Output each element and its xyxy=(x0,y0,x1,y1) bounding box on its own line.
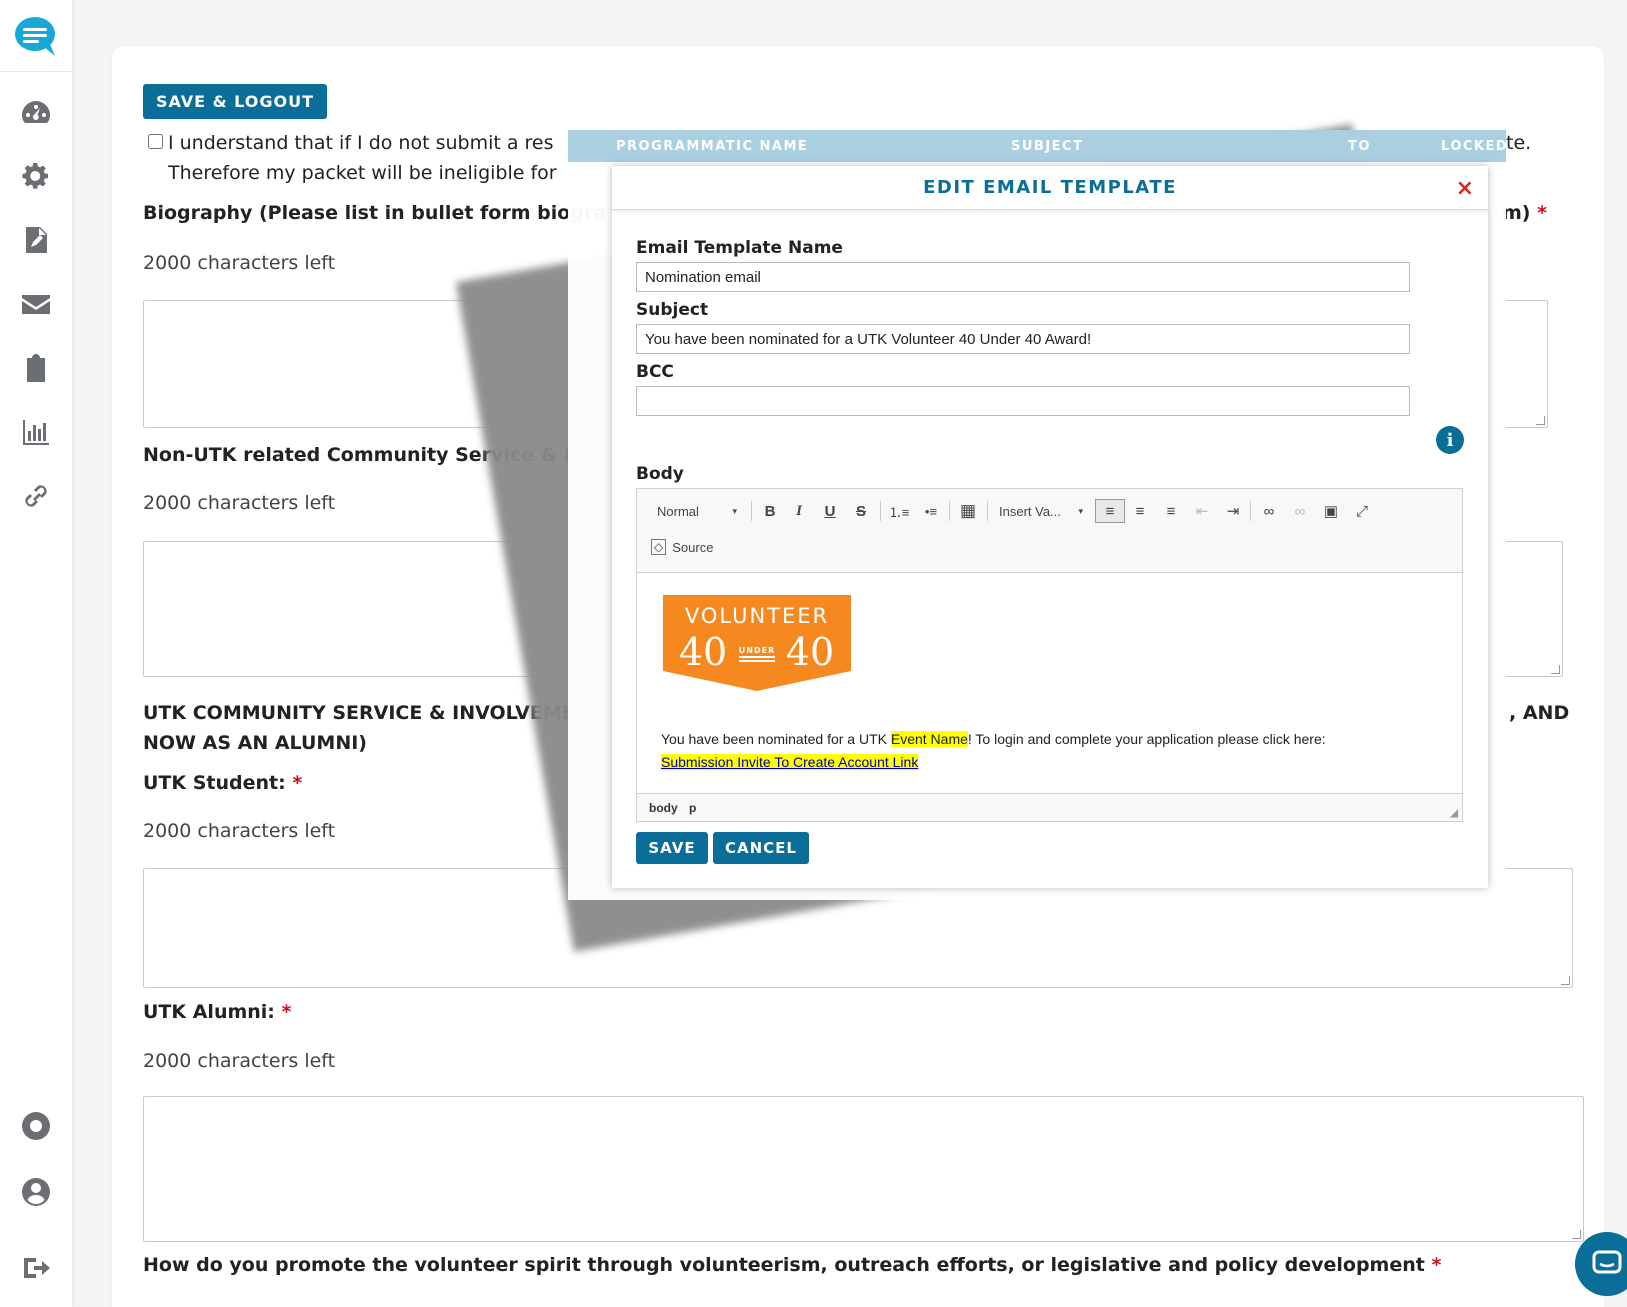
col-programmatic-name[interactable]: PROGRAMMATIC NAME xyxy=(616,139,808,154)
numbered-list-icon[interactable]: ⒈≡ xyxy=(886,499,912,523)
source-icon: ◇ xyxy=(651,539,667,555)
document-edit-icon[interactable] xyxy=(16,220,56,260)
rich-text-editor: Normal ▾ B I U S ⒈≡ •≡ ▦ Insert Va... ▾ ≡ … xyxy=(636,488,1463,822)
chat-icon xyxy=(1592,1250,1622,1274)
mail-icon[interactable] xyxy=(16,284,56,324)
acknowledge-text-line1: I understand that if I do not submit a r… xyxy=(168,132,554,154)
resize-handle[interactable]: ◢ xyxy=(1450,808,1458,819)
bold-icon[interactable]: B xyxy=(757,499,783,523)
utk-community-service-heading-line2: NOW AS AN ALUMNI) xyxy=(143,732,367,754)
format-select[interactable]: Normal ▾ xyxy=(649,499,745,523)
align-left-icon[interactable]: ≡ xyxy=(1095,499,1125,523)
info-icon[interactable]: i xyxy=(1436,426,1464,454)
modal-title: EDIT EMAIL TEMPLATE xyxy=(923,177,1177,198)
template-table-header: PROGRAMMATIC NAME SUBJECT TO LOCKED xyxy=(568,130,1508,162)
submission-link-variable[interactable]: Submission Invite To Create Account Link xyxy=(661,754,919,770)
align-right-icon[interactable]: ≡ xyxy=(1158,499,1184,523)
non-utk-chars-left: 2000 characters left xyxy=(143,492,336,514)
biography-label-end: m) * xyxy=(1502,202,1548,224)
indent-icon[interactable]: ⇥ xyxy=(1220,499,1246,523)
path-p[interactable]: p xyxy=(689,801,696,815)
template-name-label: Email Template Name xyxy=(636,238,843,258)
bulleted-list-icon[interactable]: •≡ xyxy=(918,499,944,523)
utk-alumni-label: UTK Alumni: * xyxy=(143,1001,292,1023)
utk-student-label: UTK Student: * xyxy=(143,772,303,794)
outdent-icon[interactable]: ⇤ xyxy=(1189,499,1215,523)
link-icon[interactable]: ∞ xyxy=(1256,499,1282,523)
logo-icon[interactable] xyxy=(0,0,72,72)
sidebar xyxy=(0,0,72,1307)
editor-toolbar: Normal ▾ B I U S ⒈≡ •≡ ▦ Insert Va... ▾ ≡ … xyxy=(637,489,1462,573)
source-button[interactable]: ◇ Source xyxy=(651,535,725,559)
path-body[interactable]: body xyxy=(649,801,678,815)
col-subject[interactable]: SUBJECT xyxy=(1011,139,1083,154)
close-icon[interactable]: × xyxy=(1456,176,1474,201)
link-icon[interactable] xyxy=(16,476,56,516)
subject-label: Subject xyxy=(636,300,709,320)
acknowledge-text-line2: Therefore my packet will be ineligible f… xyxy=(168,162,557,184)
bar-chart-icon[interactable] xyxy=(16,412,56,452)
svg-text:40: 40 xyxy=(679,630,727,674)
support-icon[interactable] xyxy=(16,1106,56,1146)
subject-input[interactable] xyxy=(636,324,1410,354)
svg-text:VOLUNTEER: VOLUNTEER xyxy=(685,604,829,628)
user-icon[interactable] xyxy=(16,1172,56,1212)
col-to[interactable]: TO xyxy=(1348,139,1371,154)
settings-icon[interactable] xyxy=(16,156,56,196)
clipboard-icon[interactable] xyxy=(16,348,56,388)
utk-student-chars-left: 2000 characters left xyxy=(143,820,336,842)
cancel-button[interactable]: CANCEL xyxy=(713,832,809,864)
acknowledge-text-end: te. xyxy=(1506,132,1532,154)
italic-icon[interactable]: I xyxy=(786,499,812,523)
template-name-input[interactable] xyxy=(636,262,1410,292)
maximize-icon[interactable]: ⤢ xyxy=(1349,499,1375,523)
edit-email-template-modal: EDIT EMAIL TEMPLATE × Email Template Nam… xyxy=(612,166,1488,888)
promote-volunteer-label: How do you promote the volunteer spirit … xyxy=(143,1254,1442,1276)
body-paragraph: You have been nominated for a UTK Event … xyxy=(661,731,1326,747)
save-logout-button[interactable]: SAVE & LOGOUT xyxy=(143,84,327,119)
svg-text:UNDER: UNDER xyxy=(739,646,775,655)
bcc-label: BCC xyxy=(636,362,674,382)
bcc-input[interactable] xyxy=(636,386,1410,416)
align-center-icon[interactable]: ≡ xyxy=(1127,499,1153,523)
underline-icon[interactable]: U xyxy=(817,499,843,523)
dashboard-icon[interactable] xyxy=(16,92,56,132)
svg-text:40: 40 xyxy=(786,630,834,674)
unlink-icon[interactable]: ∞ xyxy=(1287,499,1313,523)
utk-alumni-chars-left: 2000 characters left xyxy=(143,1050,336,1072)
editor-path-bar: body p ◢ xyxy=(637,793,1462,821)
image-icon[interactable]: ▣ xyxy=(1318,499,1344,523)
event-name-variable[interactable]: Event Name xyxy=(890,731,968,747)
logout-icon[interactable] xyxy=(16,1248,56,1288)
save-button[interactable]: SAVE xyxy=(636,832,708,864)
utk-alumni-textarea[interactable] xyxy=(143,1096,1584,1242)
col-locked[interactable]: LOCKED xyxy=(1441,139,1508,154)
biography-label: Biography (Please list in bullet form bi… xyxy=(143,202,607,224)
acknowledge-checkbox[interactable] xyxy=(148,134,163,149)
utk-community-service-heading-end: , AND xyxy=(1509,702,1570,724)
biography-chars-left: 2000 characters left xyxy=(143,252,336,274)
modal-header: EDIT EMAIL TEMPLATE × xyxy=(612,166,1488,210)
table-icon[interactable]: ▦ xyxy=(955,499,981,523)
editor-content[interactable]: VOLUNTEER 40 UNDER 40 You have been nomi… xyxy=(637,573,1462,793)
volunteer-40-under-40-logo: VOLUNTEER 40 UNDER 40 xyxy=(663,595,851,691)
strikethrough-icon[interactable]: S xyxy=(848,499,874,523)
body-label: Body xyxy=(636,464,684,484)
insert-variable-select[interactable]: Insert Va... ▾ xyxy=(993,499,1089,523)
